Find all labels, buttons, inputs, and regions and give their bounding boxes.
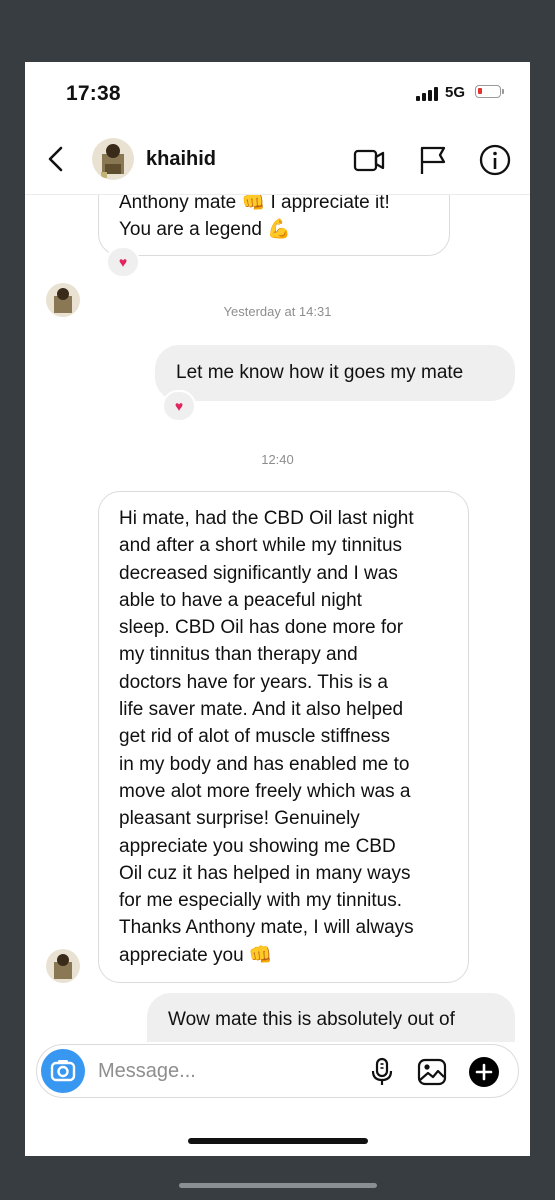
message-input[interactable]: Message...: [98, 1060, 196, 1083]
flag-report-icon[interactable]: [416, 143, 450, 177]
message-bubble-incoming[interactable]: Hi mate, had the CBD Oil last night and …: [98, 491, 469, 983]
message-bubble-outgoing[interactable]: Let me know how it goes my mate: [155, 345, 515, 401]
chat-username[interactable]: khaihid: [146, 148, 216, 171]
heart-reaction[interactable]: ♥: [106, 246, 140, 278]
battery-icon: [475, 85, 501, 98]
battery-cap: [502, 89, 504, 94]
timestamp: 12:40: [261, 452, 294, 467]
back-arrow-icon[interactable]: [43, 144, 69, 174]
message-composer[interactable]: Message...: [36, 1044, 519, 1098]
network-label: 5G: [445, 84, 466, 101]
outer-home-indicator: [179, 1183, 377, 1188]
status-bar: 17:38 5G: [25, 62, 530, 124]
avatar[interactable]: [46, 949, 80, 983]
avatar[interactable]: [92, 138, 134, 180]
video-call-icon[interactable]: [352, 143, 386, 177]
add-icon[interactable]: [468, 1056, 500, 1088]
message-text: Wow mate this is absolutely out of: [168, 1009, 455, 1030]
message-text: Let me know how it goes my mate: [176, 362, 464, 383]
message-text: Anthony mate 👊 I appreciate it! You are …: [119, 195, 390, 241]
camera-button[interactable]: [41, 1049, 85, 1093]
message-thread[interactable]: Anthony mate 👊 I appreciate it! You are …: [25, 195, 530, 1042]
timestamp: Yesterday at 14:31: [223, 304, 332, 319]
message-bubble-outgoing[interactable]: Wow mate this is absolutely out of: [147, 993, 515, 1042]
info-icon[interactable]: [478, 143, 512, 177]
phone-screen: 17:38 5G khaihid Anthony mate 👊 I apprec…: [25, 62, 530, 1156]
home-indicator: [188, 1138, 368, 1144]
microphone-icon[interactable]: [366, 1056, 398, 1088]
message-text: Hi mate, had the CBD Oil last night and …: [119, 508, 414, 966]
camera-icon: [50, 1060, 76, 1082]
chat-header: khaihid: [25, 124, 530, 195]
gallery-icon[interactable]: [416, 1056, 448, 1088]
heart-reaction[interactable]: ♥: [162, 390, 196, 422]
message-bubble-incoming[interactable]: Anthony mate 👊 I appreciate it! You are …: [98, 195, 450, 256]
signal-icon: [416, 87, 440, 101]
status-time: 17:38: [66, 82, 121, 105]
